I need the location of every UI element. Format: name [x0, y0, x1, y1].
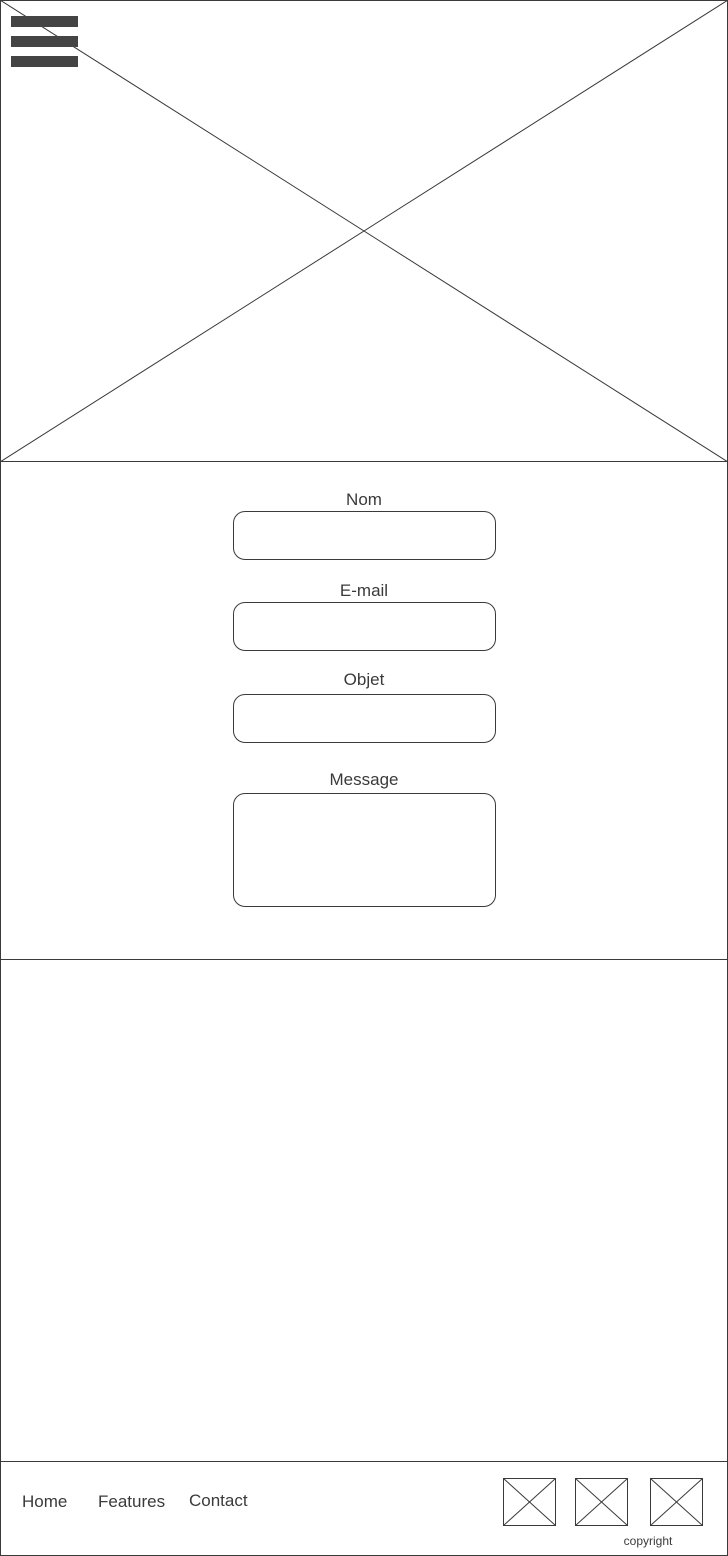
footer-link-home[interactable]: Home: [22, 1492, 67, 1512]
social-image-placeholder-icon[interactable]: [503, 1478, 556, 1526]
email-input[interactable]: [233, 602, 496, 651]
contact-form: Nom E-mail Objet Message: [0, 462, 728, 960]
email-label: E-mail: [339, 581, 389, 600]
hero-image-placeholder-icon: [0, 0, 728, 462]
footer: Home Features Contact copyright: [0, 1462, 728, 1556]
menu-bar: [11, 56, 78, 67]
hamburger-menu-icon[interactable]: [11, 16, 78, 68]
content-section: [0, 960, 728, 1462]
subject-label: Objet: [343, 670, 385, 689]
copyright-text: copyright: [623, 1534, 673, 1548]
footer-link-features[interactable]: Features: [98, 1492, 165, 1512]
name-input[interactable]: [233, 511, 496, 560]
name-label: Nom: [346, 490, 382, 509]
message-textarea[interactable]: [233, 793, 496, 907]
footer-link-contact[interactable]: Contact: [189, 1491, 248, 1511]
message-label: Message: [329, 770, 399, 789]
menu-bar: [11, 36, 78, 47]
social-image-placeholder-icon[interactable]: [575, 1478, 628, 1526]
social-image-placeholder-icon[interactable]: [650, 1478, 703, 1526]
subject-input[interactable]: [233, 694, 496, 743]
menu-bar: [11, 16, 78, 27]
hero-section: [0, 0, 728, 462]
